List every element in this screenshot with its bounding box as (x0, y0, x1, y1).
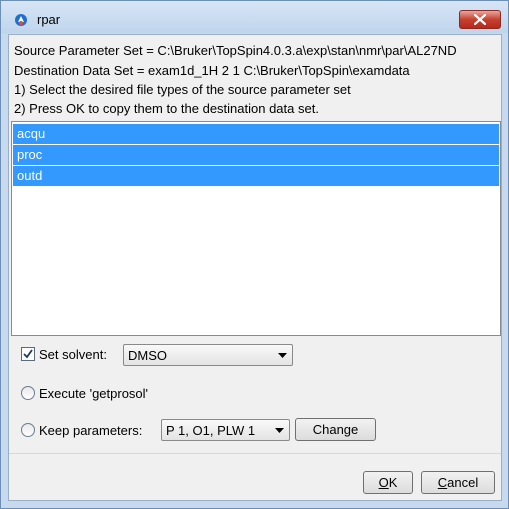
cancel-mnemonic: C (437, 475, 448, 490)
solvent-value: DMSO (128, 348, 167, 363)
set-solvent-label: Set solvent: (39, 347, 107, 362)
instruction-step-1: 1) Select the desired file types of the … (14, 82, 351, 97)
window-title: rpar (37, 12, 61, 27)
keep-parameters-value: P 1, O1, PLW 1 (166, 423, 256, 438)
keep-parameters-radio[interactable] (21, 423, 35, 437)
ok-label-rest: K (388, 475, 398, 490)
instruction-step-2: 2) Press OK to copy them to the destinat… (14, 101, 319, 116)
title-bar[interactable]: rpar (1, 1, 508, 33)
file-type-list[interactable]: acqu proc outd (11, 121, 501, 336)
cancel-label-rest: ancel (447, 475, 479, 490)
ok-button[interactable]: OK (363, 471, 413, 494)
divider (9, 453, 501, 454)
close-button[interactable] (459, 10, 501, 29)
dialog-content: Source Parameter Set = C:\Bruker\TopSpin… (8, 34, 502, 501)
list-item-outd[interactable]: outd (13, 166, 499, 186)
topspin-app-icon (14, 13, 28, 27)
change-button[interactable]: Change (295, 418, 376, 441)
list-item-proc[interactable]: proc (13, 145, 499, 165)
keep-parameters-label: Keep parameters: (39, 423, 143, 438)
ok-mnemonic: O (378, 475, 389, 490)
checkmark-icon (23, 349, 33, 359)
chevron-down-icon (275, 428, 284, 433)
solvent-select[interactable]: DMSO (123, 344, 293, 366)
close-icon (474, 14, 486, 25)
keep-parameters-select[interactable]: P 1, O1, PLW 1 (161, 419, 290, 441)
source-parameter-text: Source Parameter Set = C:\Bruker\TopSpin… (14, 43, 457, 58)
list-item-acqu[interactable]: acqu (13, 124, 499, 144)
cancel-button[interactable]: Cancel (421, 471, 495, 494)
execute-getprosol-radio[interactable] (21, 386, 35, 400)
execute-getprosol-label: Execute 'getprosol' (39, 386, 149, 401)
set-solvent-checkbox[interactable] (21, 347, 35, 361)
rpar-dialog: rpar Source Parameter Set = C:\Bruker\To… (0, 0, 509, 509)
chevron-down-icon (278, 353, 287, 358)
destination-data-text: Destination Data Set = exam1d_1H 2 1 C:\… (14, 63, 410, 78)
